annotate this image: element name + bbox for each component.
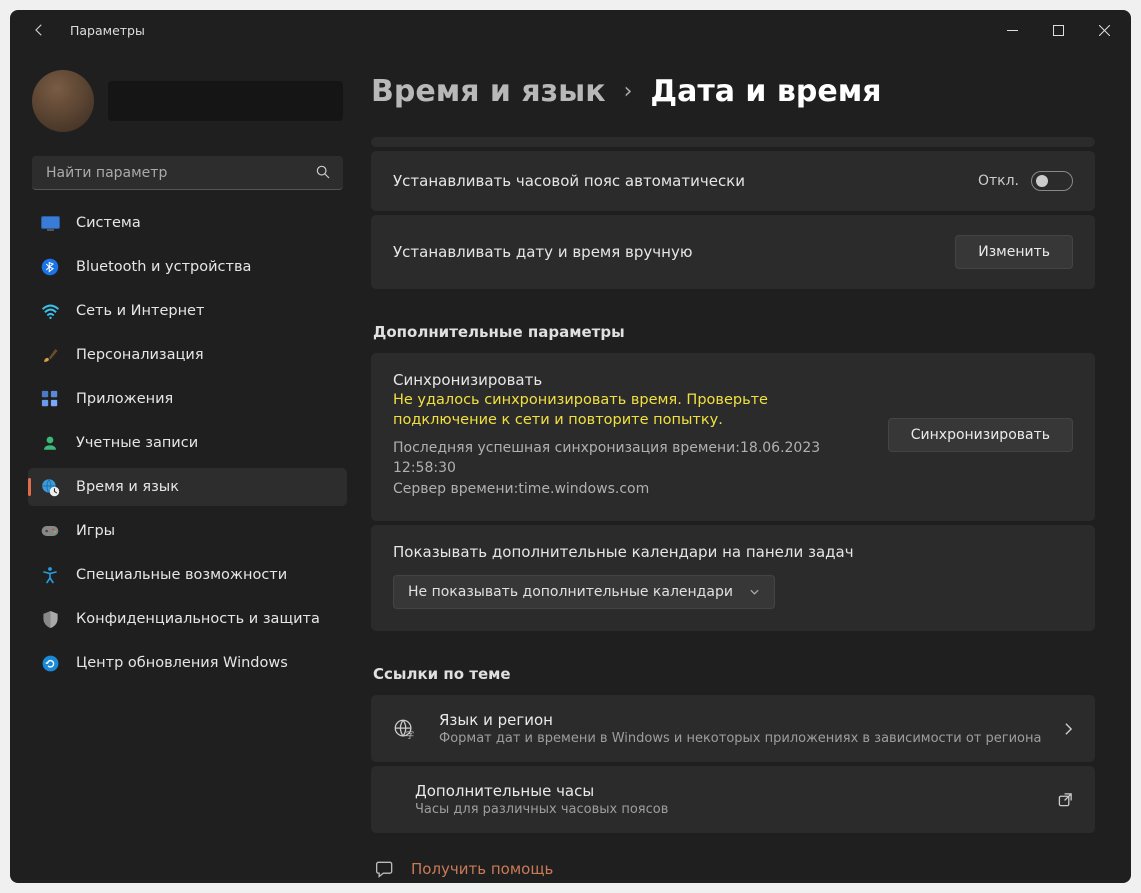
sidebar-item-label: Центр обновления Windows [76,655,288,671]
wifi-icon [40,301,60,321]
sidebar-item-privacy[interactable]: Конфиденциальность и защита [28,600,347,638]
system-icon [40,213,60,233]
minimize-button[interactable] [989,14,1035,46]
user-name-redacted [108,81,343,121]
manual-datetime-card: Устанавливать дату и время вручную Измен… [371,215,1095,289]
section-links-header: Ссылки по теме [373,665,1095,683]
language-region-link[interactable]: 字 Язык и регион Формат дат и времени в W… [371,695,1095,762]
sidebar-item-accounts[interactable]: Учетные записи [28,424,347,462]
back-button[interactable] [30,21,48,39]
sidebar-item-label: Конфиденциальность и защита [76,611,320,627]
sidebar-item-personalization[interactable]: Персонализация [28,336,347,374]
auto-timezone-label: Устанавливать часовой пояс автоматически [393,172,745,190]
calendar-dropdown[interactable]: Не показывать дополнительные календари [393,575,775,609]
sidebar-item-label: Приложения [76,391,173,407]
svg-text:字: 字 [406,730,414,740]
sidebar-item-label: Сеть и Интернет [76,303,204,319]
globe-clock-icon [40,477,60,497]
window-title: Параметры [70,23,145,38]
update-icon [40,653,60,673]
sidebar-item-accessibility[interactable]: Специальные возможности [28,556,347,594]
settings-window: Параметры Система Bluetooth и устройства [10,10,1131,883]
sync-card: Синхронизировать Не удалось синхронизиро… [371,353,1095,521]
sidebar-item-label: Учетные записи [76,435,198,451]
bluetooth-icon [40,257,60,277]
sidebar-item-label: Игры [76,523,115,539]
sidebar-item-label: Персонализация [76,347,204,363]
help-icon [375,859,395,879]
sidebar-item-update[interactable]: Центр обновления Windows [28,644,347,682]
profile-block[interactable] [28,60,347,152]
breadcrumb: Время и язык › Дата и время [371,74,1095,109]
manual-datetime-label: Устанавливать дату и время вручную [393,243,692,261]
toggle-state-label: Откл. [978,173,1019,189]
accessibility-icon [40,565,60,585]
sidebar-item-system[interactable]: Система [28,204,347,242]
additional-calendars-card: Показывать дополнительные календари на п… [371,525,1095,631]
auto-timezone-card: Устанавливать часовой пояс автоматически… [371,151,1095,211]
breadcrumb-current: Дата и время [650,74,881,109]
gamepad-icon [40,521,60,541]
titlebar: Параметры [10,10,1131,50]
additional-calendars-label: Показывать дополнительные календари на п… [393,543,1073,561]
search-input[interactable] [32,156,343,190]
chevron-right-icon [1064,722,1073,736]
sidebar-item-label: Система [76,215,141,231]
sidebar: Система Bluetooth и устройства Сеть и Ин… [10,50,355,883]
main-content: Время и язык › Дата и время Устанавливат… [355,50,1131,883]
sidebar-item-apps[interactable]: Приложения [28,380,347,418]
chevron-down-icon [749,588,760,596]
avatar [32,70,94,132]
get-help-link[interactable]: Получить помощь [371,837,1095,883]
section-advanced-header: Дополнительные параметры [373,323,1095,341]
sync-last-success: Последняя успешная синхронизация времени… [393,438,872,479]
breadcrumb-parent[interactable]: Время и язык [371,74,606,109]
help-label: Получить помощь [411,860,553,878]
globe-lang-icon: 字 [393,718,419,740]
search-field[interactable] [32,156,343,190]
open-external-icon [1058,792,1073,807]
sidebar-item-time-language[interactable]: Время и язык [28,468,347,506]
brush-icon [40,345,60,365]
search-icon [315,164,331,180]
person-icon [40,433,60,453]
sidebar-item-gaming[interactable]: Игры [28,512,347,550]
sidebar-item-label: Специальные возможности [76,567,287,583]
sidebar-item-label: Bluetooth и устройства [76,259,251,275]
dropdown-selected: Не показывать дополнительные календари [408,584,733,600]
shield-icon [40,609,60,629]
apps-icon [40,389,60,409]
maximize-button[interactable] [1035,14,1081,46]
sidebar-item-label: Время и язык [76,479,179,495]
sync-server: Сервер времени:time.windows.com [393,479,872,499]
sidebar-item-bluetooth[interactable]: Bluetooth и устройства [28,248,347,286]
link-subtitle: Формат дат и времени в Windows и некотор… [439,731,1044,746]
change-button[interactable]: Изменить [955,235,1073,269]
sidebar-item-network[interactable]: Сеть и Интернет [28,292,347,330]
link-subtitle: Часы для различных часовых поясов [415,802,1038,817]
sync-error-message: Не удалось синхронизировать время. Прове… [393,391,872,430]
link-title: Дополнительные часы [415,782,1038,800]
card-scroll-cutoff [371,137,1095,147]
sync-title: Синхронизировать [393,371,872,389]
close-button[interactable] [1081,14,1127,46]
chevron-right-icon: › [624,79,633,104]
link-title: Язык и регион [439,711,1044,729]
additional-clocks-link[interactable]: Дополнительные часы Часы для различных ч… [371,766,1095,833]
sync-now-button[interactable]: Синхронизировать [888,418,1073,452]
auto-timezone-toggle[interactable] [1031,171,1073,191]
